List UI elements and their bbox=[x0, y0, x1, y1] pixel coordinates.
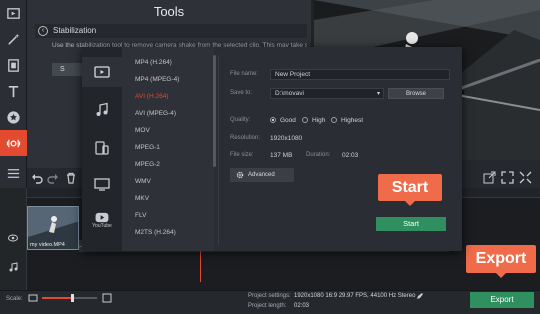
pencil-icon[interactable] bbox=[416, 292, 424, 300]
file-size-label: File size: bbox=[230, 152, 254, 158]
back-icon[interactable]: ‹ bbox=[38, 26, 48, 36]
duration-label: Duration: bbox=[306, 152, 331, 158]
scale-slider[interactable] bbox=[42, 294, 97, 302]
dialog-divider bbox=[218, 55, 219, 245]
clip-label: my video.MP4 bbox=[30, 242, 65, 248]
zoom-out-icon[interactable] bbox=[28, 294, 38, 302]
quality-label: Quality: bbox=[230, 117, 251, 123]
scale-knob[interactable] bbox=[71, 294, 75, 302]
fullscreen-icon[interactable] bbox=[501, 171, 514, 184]
export-callout: Export bbox=[466, 245, 536, 278]
list-icon[interactable] bbox=[0, 160, 27, 186]
format-item[interactable]: MP4 (H.264) bbox=[135, 59, 172, 66]
category-column: YouTube bbox=[82, 47, 122, 251]
trash-icon[interactable] bbox=[65, 172, 77, 184]
format-item[interactable]: MOV bbox=[135, 127, 150, 134]
quality-good-radio[interactable] bbox=[270, 117, 276, 123]
project-settings-label: Project settings: bbox=[248, 293, 291, 299]
zoom-in-icon[interactable] bbox=[102, 293, 112, 303]
format-item[interactable]: MPEG-1 bbox=[135, 144, 160, 151]
browse-button[interactable]: Browse bbox=[388, 88, 444, 99]
youtube-label: YouTube bbox=[92, 222, 112, 229]
start-callout: Start bbox=[378, 174, 442, 206]
video-clip[interactable]: my video.MP4 bbox=[27, 206, 79, 250]
youtube-icon[interactable]: YouTube bbox=[82, 205, 122, 235]
start-button[interactable]: Start bbox=[376, 217, 446, 231]
project-length-label: Project length: bbox=[248, 303, 287, 309]
text-icon[interactable] bbox=[0, 78, 27, 104]
format-item[interactable]: WMV bbox=[135, 178, 151, 185]
export-dialog: YouTube MP4 (H.264) MP4 (MPEG-4) AVI (H.26… bbox=[82, 47, 462, 251]
project-length-value: 02:03 bbox=[294, 303, 310, 309]
undo-icon[interactable] bbox=[31, 172, 43, 184]
magic-wand-icon[interactable] bbox=[0, 26, 27, 52]
format-item[interactable]: AVI (MPEG-4) bbox=[135, 110, 176, 117]
device-icon[interactable] bbox=[82, 133, 122, 163]
format-item[interactable]: FLV bbox=[135, 212, 146, 219]
advanced-label: Advanced bbox=[248, 172, 275, 178]
format-item[interactable]: MP4 (MPEG-4) bbox=[135, 76, 179, 83]
file-name-value: New Project bbox=[275, 71, 311, 78]
file-size-value: 137 MB bbox=[270, 152, 293, 159]
star-icon[interactable] bbox=[0, 104, 27, 130]
quality-high-radio[interactable] bbox=[302, 117, 308, 123]
status-bar: Scale: Project settings: 1920x1080 16:9 … bbox=[0, 290, 540, 314]
eye-icon[interactable] bbox=[8, 234, 18, 242]
save-to-dropdown[interactable]: D:\movavi ▾ bbox=[270, 88, 384, 99]
format-item[interactable]: M2TS (H.264) bbox=[135, 229, 176, 236]
gear-icon bbox=[236, 171, 244, 179]
format-list: MP4 (H.264) MP4 (MPEG-4) AVI (H.264) AVI (M… bbox=[122, 47, 214, 251]
file-name-input[interactable]: New Project bbox=[270, 69, 450, 80]
quality-good-label: Good bbox=[280, 117, 296, 124]
filmstrip-icon[interactable] bbox=[0, 52, 27, 78]
stabilization-title: Stabilization bbox=[53, 26, 97, 35]
expand-icon[interactable] bbox=[519, 171, 532, 184]
export-frame-icon[interactable] bbox=[483, 171, 496, 184]
stabilization-icon[interactable] bbox=[0, 130, 27, 156]
resolution-value: 1920x1080 bbox=[270, 135, 303, 142]
music-icon[interactable] bbox=[82, 95, 122, 125]
quality-highest-label: Highest bbox=[341, 117, 364, 124]
format-scrollbar[interactable] bbox=[213, 55, 216, 167]
video-file-icon[interactable] bbox=[82, 57, 122, 87]
quality-high-label: High bbox=[312, 117, 326, 124]
format-item[interactable]: MPEG-2 bbox=[135, 161, 160, 168]
resolution-label: Resolution: bbox=[230, 135, 261, 141]
stabilization-header: ‹ Stabilization bbox=[35, 24, 307, 38]
scale-fill bbox=[42, 297, 73, 299]
track-headers bbox=[0, 188, 27, 290]
quality-highest-radio[interactable] bbox=[331, 117, 337, 123]
chevron-down-icon: ▾ bbox=[376, 91, 380, 97]
format-item[interactable]: MKV bbox=[135, 195, 149, 202]
format-item[interactable]: AVI (H.264) bbox=[135, 93, 168, 100]
save-to-label: Save to: bbox=[230, 90, 253, 96]
duration-value: 02:03 bbox=[342, 152, 359, 159]
film-icon[interactable] bbox=[0, 0, 27, 26]
scale-label: Scale: bbox=[6, 296, 23, 302]
music-track-icon[interactable] bbox=[8, 262, 18, 272]
tv-icon[interactable] bbox=[82, 169, 122, 199]
export-button[interactable]: Export bbox=[470, 292, 534, 308]
project-settings-value: 1920x1080 16:9 29.97 FPS, 44100 Hz Stere… bbox=[294, 293, 416, 299]
redo-icon[interactable] bbox=[47, 172, 59, 184]
left-toolbar bbox=[0, 0, 27, 188]
save-to-value: D:\movavi bbox=[275, 90, 304, 97]
tools-title: Tools bbox=[153, 4, 185, 19]
advanced-button[interactable]: Advanced bbox=[230, 168, 294, 182]
file-name-label: File name: bbox=[230, 71, 259, 77]
